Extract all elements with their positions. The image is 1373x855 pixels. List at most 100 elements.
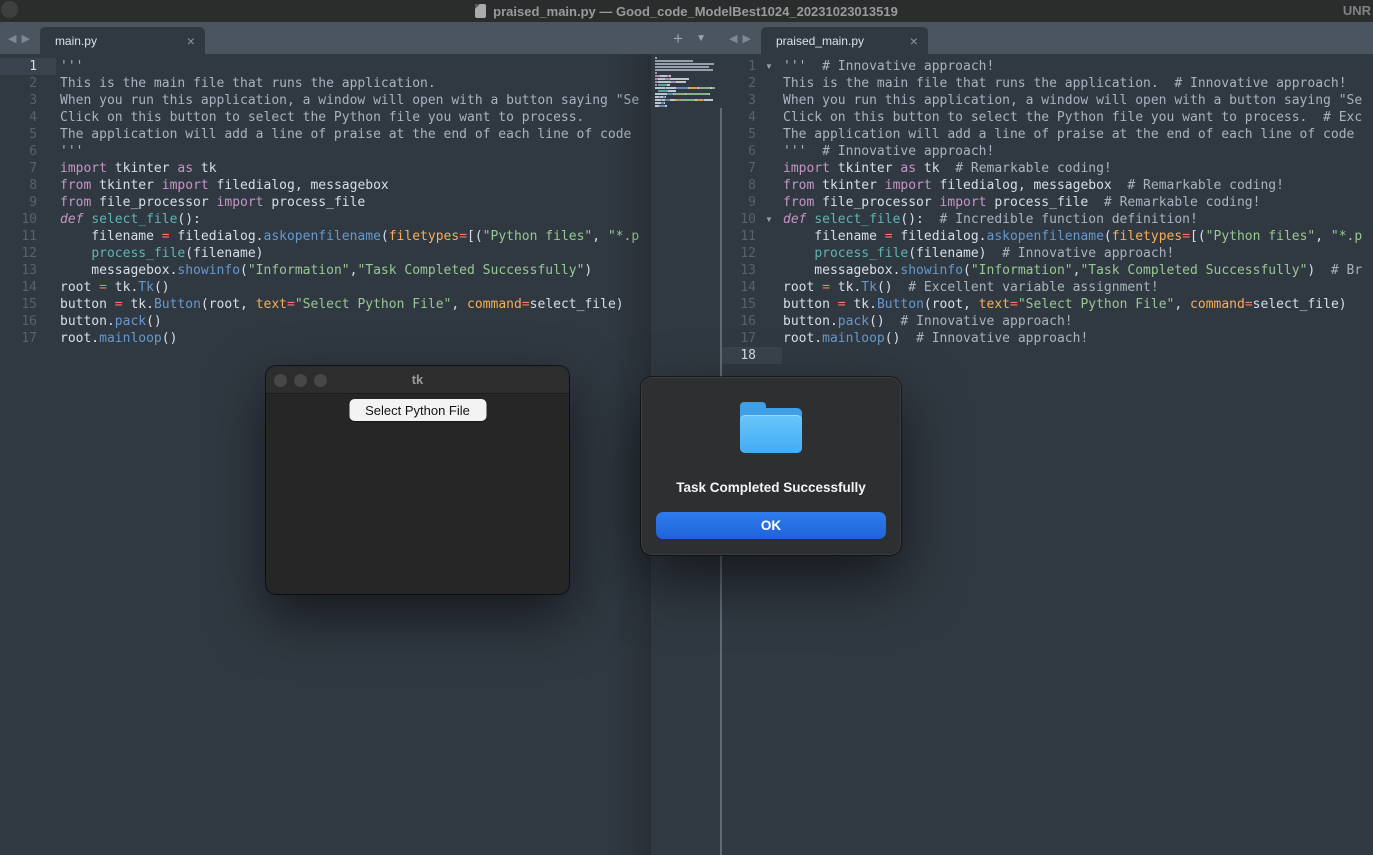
- gutter: 1▼2345678910▼1112131415161718: [722, 58, 782, 364]
- code-lines[interactable]: ''' This is the main file that runs the a…: [60, 58, 651, 347]
- tab-close-icon[interactable]: ×: [187, 34, 195, 48]
- minimap-line: [655, 78, 717, 80]
- tab-label: main.py: [55, 34, 97, 48]
- line-number: 9: [722, 194, 756, 211]
- code-line: Click on this button to select the Pytho…: [783, 109, 1373, 126]
- nav-forward-icon[interactable]: ▶: [742, 32, 750, 45]
- tab-praised-main-py[interactable]: praised_main.py ×: [761, 27, 928, 54]
- tab-label: praised_main.py: [776, 34, 864, 48]
- gutter-row: 4: [0, 109, 56, 126]
- gutter-row: 11: [722, 228, 782, 245]
- unregistered-label: UNR: [1343, 3, 1371, 18]
- minimap-line: [655, 87, 717, 89]
- code-line: process_file(filename): [60, 245, 651, 262]
- minimap-line: [655, 72, 717, 74]
- gutter-row: 9: [0, 194, 56, 211]
- code-line: root = tk.Tk() # Excellent variable assi…: [783, 279, 1373, 296]
- nav-forward-icon[interactable]: ▶: [21, 32, 29, 45]
- code-line: messagebox.showinfo("Information","Task …: [60, 262, 651, 279]
- ok-button[interactable]: OK: [656, 512, 886, 539]
- gutter-row: 2: [0, 75, 56, 92]
- tab-bar: ◀ ▶ main.py × + ▼ ◀ ▶ praised_main.py ×: [0, 22, 1373, 54]
- nav-back-icon[interactable]: ◀: [8, 32, 16, 45]
- line-number: 3: [722, 92, 756, 109]
- code-line: When you run this application, a window …: [60, 92, 651, 109]
- window-title: praised_main.py — Good_code_ModelBest102…: [493, 4, 898, 19]
- code-line: from file_processor import process_file: [60, 194, 651, 211]
- gutter-row: 5: [0, 126, 56, 143]
- minimap-line: [655, 93, 717, 95]
- gutter-row: 6: [722, 143, 782, 160]
- gutter-row: 10: [0, 211, 56, 228]
- tk-title-bar[interactable]: tk: [266, 366, 569, 394]
- line-number: 13: [0, 262, 37, 279]
- code-line: from tkinter import filedialog, messageb…: [60, 177, 651, 194]
- line-number: 10: [0, 211, 37, 228]
- desktop-screen: praised_main.py — Good_code_ModelBest102…: [0, 0, 1373, 855]
- line-number: 13: [722, 262, 756, 279]
- window-traffic-light-button[interactable]: [1, 1, 18, 18]
- fold-arrow-icon[interactable]: ▼: [756, 211, 782, 228]
- line-number: 16: [0, 313, 37, 330]
- minimap-line: [655, 69, 717, 71]
- dialog-message: Task Completed Successfully: [641, 480, 901, 495]
- code-line: root = tk.Tk(): [60, 279, 651, 296]
- minimap-line: [655, 66, 717, 68]
- code-lines[interactable]: ''' # Innovative approach!This is the ma…: [783, 58, 1373, 364]
- code-line: This is the main file that runs the appl…: [783, 75, 1373, 92]
- line-number: 15: [722, 296, 756, 313]
- minimap-line: [655, 105, 717, 107]
- minimap[interactable]: [655, 57, 717, 108]
- gutter-row: 8: [0, 177, 56, 194]
- line-number: 8: [0, 177, 37, 194]
- gutter-row: 11: [0, 228, 56, 245]
- tab-close-icon[interactable]: ×: [910, 34, 918, 48]
- line-number: 6: [722, 143, 756, 160]
- minimap-line: [655, 99, 717, 101]
- code-line: button.pack(): [60, 313, 651, 330]
- fold-arrow-icon[interactable]: ▼: [756, 58, 782, 75]
- nav-back-icon[interactable]: ◀: [729, 32, 737, 45]
- minimap-line: [655, 96, 717, 98]
- minimap-line: [655, 63, 717, 65]
- gutter-row: 8: [722, 177, 782, 194]
- line-number: 5: [0, 126, 37, 143]
- left-pane-tab-strip: ◀ ▶ main.py × + ▼: [0, 22, 721, 54]
- tab-overflow-icon[interactable]: ▼: [696, 33, 706, 44]
- gutter-row: 6: [0, 143, 56, 160]
- line-number: 4: [722, 109, 756, 126]
- select-python-file-button[interactable]: Select Python File: [349, 399, 486, 421]
- gutter-row: 14: [0, 279, 56, 296]
- gutter-row: 16: [0, 313, 56, 330]
- tk-close-button[interactable]: [274, 374, 287, 387]
- code-line: ''' # Innovative approach!: [783, 58, 1373, 75]
- tab-main-py[interactable]: main.py ×: [40, 27, 205, 54]
- line-number: 2: [722, 75, 756, 92]
- code-line: [783, 347, 1373, 364]
- document-icon: [475, 4, 486, 18]
- tk-zoom-button[interactable]: [314, 374, 327, 387]
- line-number: 3: [0, 92, 37, 109]
- gutter-row: 7: [0, 160, 56, 177]
- gutter-row: 17: [722, 330, 782, 347]
- line-number: 14: [722, 279, 756, 296]
- code-line: button.pack() # Innovative approach!: [783, 313, 1373, 330]
- minimap-line: [655, 84, 717, 86]
- code-line: When you run this application, a window …: [783, 92, 1373, 109]
- new-tab-icon[interactable]: +: [673, 30, 683, 47]
- minimap-line: [655, 81, 717, 83]
- code-line: This is the main file that runs the appl…: [60, 75, 651, 92]
- code-line: from tkinter import filedialog, messageb…: [783, 177, 1373, 194]
- line-number: 12: [722, 245, 756, 262]
- code-line: ''': [60, 143, 651, 160]
- gutter-row: 4: [722, 109, 782, 126]
- line-number: 16: [722, 313, 756, 330]
- line-number: 12: [0, 245, 37, 262]
- line-number: 1: [722, 58, 756, 75]
- code-line: Click on this button to select the Pytho…: [60, 109, 651, 126]
- gutter-row: 10▼: [722, 211, 782, 228]
- minimap-line: [655, 90, 717, 92]
- tk-minimize-button[interactable]: [294, 374, 307, 387]
- gutter-row: 12: [722, 245, 782, 262]
- code-line: button = tk.Button(root, text="Select Py…: [783, 296, 1373, 313]
